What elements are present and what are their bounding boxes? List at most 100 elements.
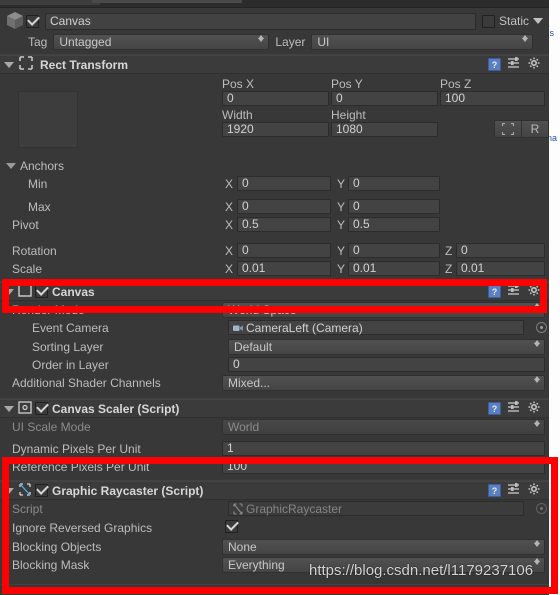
width-input[interactable]: 1920 <box>222 122 329 137</box>
static-checkbox[interactable] <box>481 14 495 28</box>
scale-z-input[interactable]: 0.01 <box>456 261 545 276</box>
anchor-min-y-input[interactable]: 0 <box>348 176 440 191</box>
script-label: Script <box>12 502 43 516</box>
component-header-graphic-raycaster[interactable]: Graphic Raycaster (Script) ? <box>0 481 549 500</box>
object-active-checkbox[interactable] <box>26 14 39 28</box>
anchor-preview-thumbnail[interactable] <box>18 91 78 148</box>
component-header-icons: ? <box>488 483 545 499</box>
canvas-enabled-checkbox[interactable] <box>35 285 48 298</box>
tab-inactive-indicator[interactable] <box>92 0 242 3</box>
shader-channels-dropdown[interactable]: Mixed... <box>222 375 545 391</box>
help-icon[interactable]: ? <box>488 58 501 71</box>
inspector-panel: Canvas Static Tag Untagged Layer UI Rect… <box>0 0 549 595</box>
foldout-arrow-icon[interactable] <box>4 405 14 412</box>
help-icon[interactable]: ? <box>488 484 501 497</box>
width-label: Width <box>222 108 253 122</box>
anchors-foldout[interactable]: Anchors <box>6 159 64 173</box>
scale-y-input[interactable]: 0.01 <box>348 261 440 276</box>
component-title: Canvas Scaler (Script) <box>52 401 180 416</box>
pos-x-label: Pos X <box>222 77 255 91</box>
preset-icon[interactable] <box>508 284 521 299</box>
anchor-max-x-axis: X <box>225 200 234 214</box>
anchor-min-x-input[interactable]: 0 <box>237 176 331 191</box>
render-mode-dropdown[interactable]: World Space <box>222 302 545 318</box>
component-header-rect-transform[interactable]: Rect Transform ? <box>0 55 549 74</box>
event-camera-value: CameraLeft (Camera) <box>246 320 363 335</box>
preset-icon[interactable] <box>508 483 521 498</box>
reference-ppu-label: Reference Pixels Per Unit <box>12 460 150 474</box>
script-picker-button <box>536 503 547 514</box>
component-header-canvas[interactable]: Canvas ? <box>0 282 549 301</box>
pivot-x-input[interactable]: 0.5 <box>237 217 331 232</box>
canvas-scaler-enabled-checkbox[interactable] <box>35 402 48 415</box>
tab-active-indicator[interactable] <box>0 0 100 5</box>
help-icon[interactable]: ? <box>488 285 501 298</box>
sorting-layer-label: Sorting Layer <box>32 340 104 354</box>
tag-dropdown[interactable]: Untagged <box>53 34 270 50</box>
reference-ppu-input[interactable]: 100 <box>222 459 545 474</box>
chevron-down-icon[interactable] <box>533 18 543 24</box>
component-header-icons: ? <box>488 284 545 300</box>
scale-x-input[interactable]: 0.01 <box>237 261 331 276</box>
foldout-arrow-icon[interactable] <box>4 61 14 68</box>
ignore-reversed-graphics-label: Ignore Reversed Graphics <box>12 521 153 535</box>
object-name-field[interactable]: Canvas <box>45 12 476 30</box>
layer-dropdown[interactable]: UI <box>311 34 534 50</box>
component-title: Graphic Raycaster (Script) <box>52 483 204 498</box>
order-in-layer-input[interactable]: 0 <box>228 357 545 372</box>
gear-icon[interactable] <box>528 284 541 300</box>
blocking-objects-dropdown[interactable]: None <box>222 539 545 555</box>
blueprint-r-button[interactable]: R <box>521 120 549 138</box>
watermark-url: https://blog.csdn.net/l1179237106 <box>309 562 534 579</box>
component-header-icons: ? <box>488 57 545 73</box>
script-value: GraphicRaycaster <box>246 501 343 516</box>
gear-icon[interactable] <box>528 401 541 417</box>
pivot-y-input[interactable]: 0.5 <box>348 217 440 232</box>
canvas-icon <box>18 283 32 300</box>
foldout-arrow-icon[interactable] <box>4 288 14 295</box>
tag-layer-row: Tag Untagged Layer UI <box>0 33 549 51</box>
rotation-label: Rotation <box>12 244 57 258</box>
foldout-arrow-icon[interactable] <box>4 487 14 494</box>
pivot-label: Pivot <box>12 218 39 232</box>
help-icon[interactable]: ? <box>488 402 501 415</box>
dynamic-ppu-input[interactable]: 1 <box>222 441 545 456</box>
component-header-canvas-scaler[interactable]: Canvas Scaler (Script) ? <box>0 399 549 418</box>
camera-icon <box>232 322 244 334</box>
height-label: Height <box>331 108 366 122</box>
preset-icon[interactable] <box>508 401 521 416</box>
anchor-min-label: Min <box>28 177 48 191</box>
anchor-max-label: Max <box>28 200 51 214</box>
rotation-y-axis: Y <box>337 244 346 258</box>
scale-x-axis: X <box>225 262 234 276</box>
anchor-max-x-input[interactable]: 0 <box>237 199 331 214</box>
anchors-label: Anchors <box>20 159 65 173</box>
rect-transform-icon <box>18 56 34 73</box>
event-camera-object-field[interactable]: CameraLeft (Camera) <box>228 320 524 335</box>
order-in-layer-label: Order in Layer <box>32 358 109 372</box>
anchor-preset-icon[interactable] <box>494 120 522 138</box>
rotation-x-input[interactable]: 0 <box>237 243 331 258</box>
tab-strip <box>0 0 549 8</box>
ui-scale-mode-dropdown: World <box>222 419 545 435</box>
preset-icon[interactable] <box>508 57 521 72</box>
anchor-max-y-input[interactable]: 0 <box>348 199 440 214</box>
pos-y-input[interactable]: 0 <box>331 91 438 106</box>
height-input[interactable]: 1080 <box>331 122 438 137</box>
layer-label: Layer <box>275 35 306 49</box>
gear-icon[interactable] <box>528 57 541 73</box>
gear-icon[interactable] <box>528 483 541 499</box>
dynamic-ppu-label: Dynamic Pixels Per Unit <box>12 442 141 456</box>
canvas-body-2: Additional Shader Channels Mixed... <box>0 374 549 396</box>
scale-y-axis: Y <box>337 262 346 276</box>
sorting-layer-dropdown[interactable]: Default <box>228 339 545 355</box>
ignore-reversed-graphics-checkbox[interactable] <box>225 520 238 533</box>
rect-transform-body-2: Max X 0 Y 0 Pivot X 0.5 Y 0.5 Rotation X… <box>0 199 549 276</box>
rotation-z-input[interactable]: 0 <box>456 243 545 258</box>
pos-z-label: Pos Z <box>440 77 472 91</box>
pos-x-input[interactable]: 0 <box>222 91 329 106</box>
event-camera-picker-button[interactable] <box>536 322 547 333</box>
pos-z-input[interactable]: 100 <box>440 91 545 106</box>
graphic-raycaster-enabled-checkbox[interactable] <box>35 484 48 497</box>
rotation-y-input[interactable]: 0 <box>348 243 440 258</box>
